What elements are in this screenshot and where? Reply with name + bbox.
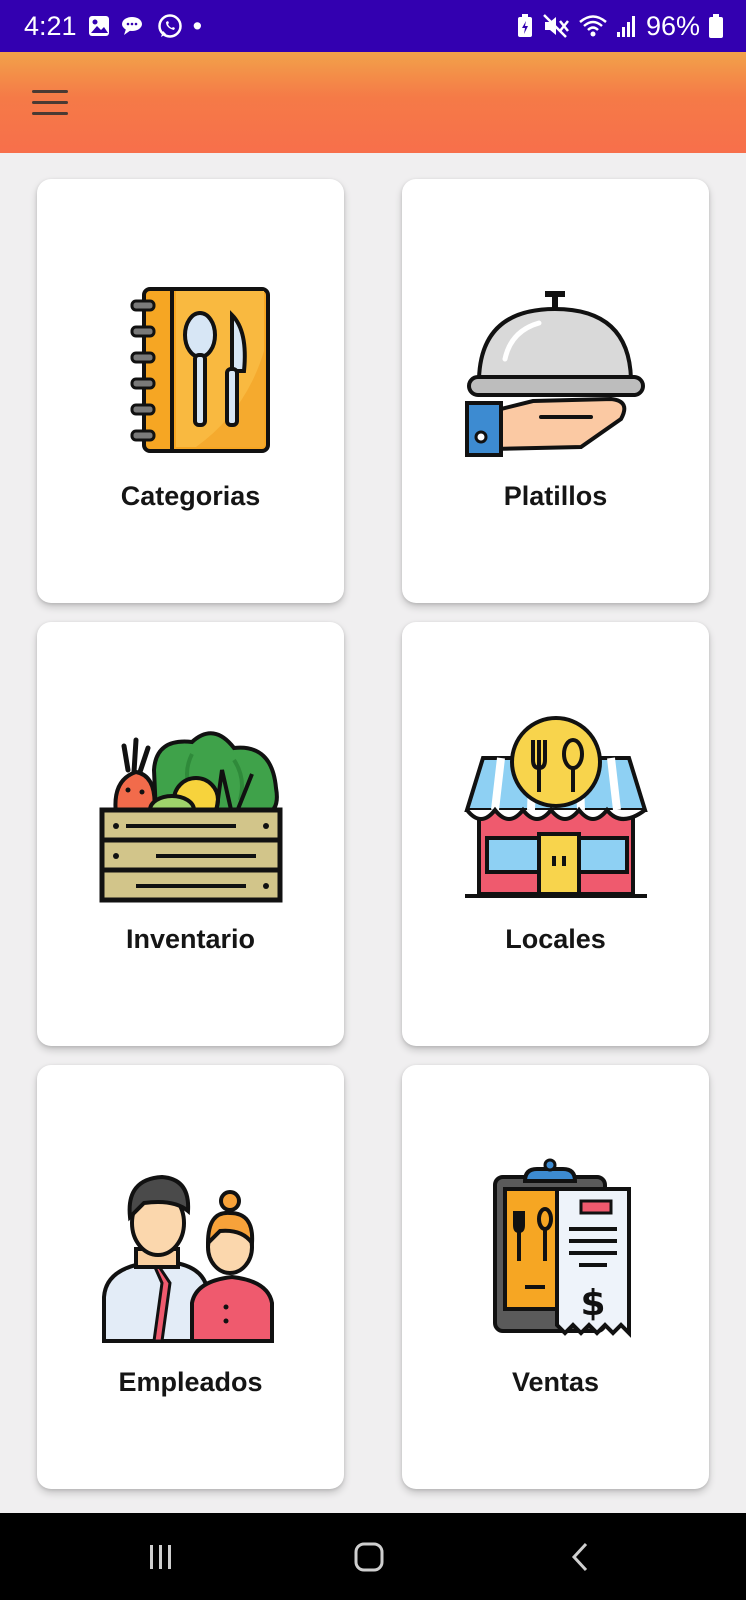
app-bar	[0, 52, 746, 153]
gallery-icon	[87, 14, 111, 38]
card-locales[interactable]: Locales	[402, 622, 709, 1046]
card-ventas[interactable]: $ Ventas	[402, 1065, 709, 1489]
card-inventario[interactable]: Inventario	[37, 622, 344, 1046]
dot-icon: •	[192, 10, 203, 41]
hamburger-menu-icon[interactable]	[26, 82, 74, 122]
vegetable-crate-icon	[96, 714, 286, 904]
home-icon[interactable]	[339, 1535, 399, 1579]
card-label: Inventario	[125, 924, 256, 954]
menu-grid: Categorias Platillos Inventario Locales …	[0, 153, 746, 1513]
card-platillos[interactable]: Platillos	[402, 179, 709, 603]
battery-icon	[708, 13, 724, 39]
wifi-calling-icon	[578, 13, 608, 39]
mute-icon	[542, 13, 570, 39]
battery-percent: 96%	[645, 10, 700, 41]
card-label: Categorias	[120, 481, 261, 511]
status-time: 4:21	[24, 10, 77, 41]
card-label: Locales	[505, 924, 606, 954]
menu-book-cutlery-icon	[96, 271, 286, 461]
sales-receipt-icon: $	[461, 1157, 651, 1347]
svg-text:$: $	[580, 1283, 605, 1324]
card-label: Platillos	[503, 481, 608, 511]
restaurant-storefront-icon	[461, 714, 651, 904]
employees-icon	[96, 1157, 286, 1347]
system-nav-bar	[0, 1513, 746, 1600]
signal-icon	[616, 14, 638, 38]
back-icon[interactable]	[550, 1535, 610, 1579]
battery-saver-icon	[516, 13, 534, 39]
whatsapp-icon	[157, 13, 183, 39]
card-categorias[interactable]: Categorias	[37, 179, 344, 603]
serving-cloche-hand-icon	[461, 271, 651, 461]
card-empleados[interactable]: Empleados	[37, 1065, 344, 1489]
chat-bubbles-icon	[121, 14, 147, 38]
recents-icon[interactable]	[131, 1535, 191, 1579]
status-bar: 4:21 • 96%	[0, 0, 746, 52]
card-label: Ventas	[511, 1367, 600, 1397]
card-label: Empleados	[118, 1367, 263, 1397]
